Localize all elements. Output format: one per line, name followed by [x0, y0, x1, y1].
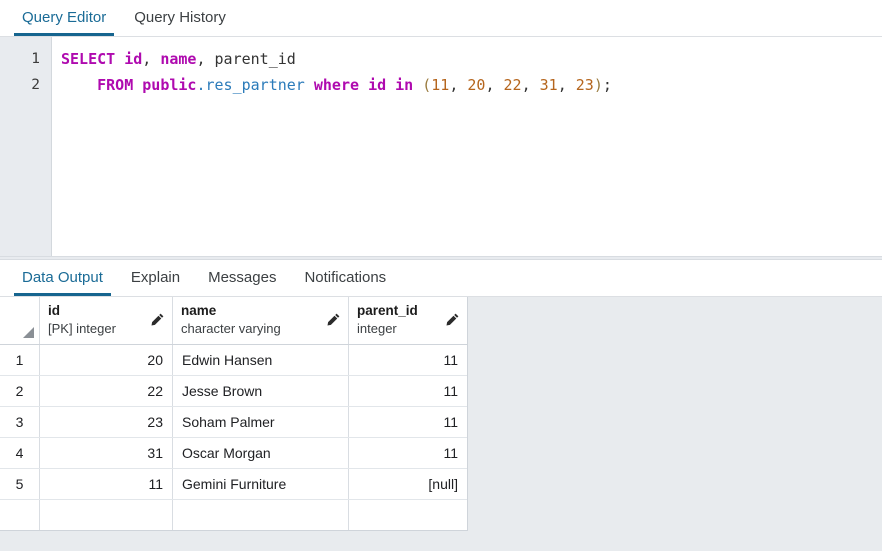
pencil-icon[interactable] [325, 312, 341, 328]
sql-indent [61, 76, 97, 94]
cell-name[interactable]: Gemini Furniture [173, 469, 349, 499]
table-row[interactable]: 4 31 Oscar Morgan 11 [0, 438, 467, 469]
cell-id[interactable]: 23 [40, 407, 173, 437]
column-header-name-name: name [181, 303, 217, 318]
row-number[interactable]: 2 [0, 376, 40, 406]
cell-parent-id[interactable]: 11 [349, 345, 467, 375]
grid-corner-select-all[interactable] [0, 297, 40, 344]
sql-token-schema: public [142, 76, 197, 94]
sql-token-select: SELECT [61, 50, 116, 68]
sql-token-table: .res_partner [196, 76, 305, 94]
table-row[interactable]: 1 20 Edwin Hansen 11 [0, 345, 467, 376]
sql-token-where: where [313, 76, 360, 94]
triangle-icon [23, 327, 34, 338]
tab-data-output[interactable]: Data Output [8, 260, 117, 296]
sql-token-column-id: id [368, 76, 387, 94]
tab-query-history-label: Query History [134, 9, 226, 26]
line-number: 1 [31, 51, 40, 67]
tab-messages-label: Messages [208, 269, 277, 286]
sql-editor[interactable]: 1 2 SELECT id, name, parent_id FROM publ… [0, 37, 882, 256]
sql-token-number: 23 [575, 76, 594, 94]
tab-query-editor[interactable]: Query Editor [8, 0, 120, 36]
row-number[interactable]: 4 [0, 438, 40, 468]
grid-header-row: id [PK] integer name character varying p… [0, 297, 467, 345]
sql-token-id: id [124, 50, 143, 68]
cell-parent-id[interactable]: 11 [349, 438, 467, 468]
cell-id[interactable]: 31 [40, 438, 173, 468]
row-number[interactable]: 1 [0, 345, 40, 375]
new-row-cell-parent-id[interactable] [349, 500, 467, 530]
new-row-cell-id[interactable] [40, 500, 173, 530]
column-header-id-type: [PK] integer [48, 321, 116, 336]
cell-id[interactable]: 22 [40, 376, 173, 406]
column-header-id-name: id [48, 303, 60, 318]
tab-explain[interactable]: Explain [117, 260, 194, 296]
sql-token-in: in [395, 76, 414, 94]
cell-name[interactable]: Oscar Morgan [173, 438, 349, 468]
column-header-name-type: character varying [181, 321, 281, 336]
table-row[interactable]: 2 22 Jesse Brown 11 [0, 376, 467, 407]
cell-parent-id[interactable]: 11 [349, 376, 467, 406]
table-row[interactable]: 5 11 Gemini Furniture [null] [0, 469, 467, 500]
cell-name[interactable]: Jesse Brown [173, 376, 349, 406]
tab-query-history[interactable]: Query History [120, 0, 240, 36]
column-header-id[interactable]: id [PK] integer [40, 297, 173, 344]
sql-token-comma: , [142, 50, 161, 68]
tab-explain-label: Explain [130, 269, 181, 286]
pencil-icon[interactable] [149, 312, 165, 328]
sql-code-area[interactable]: SELECT id, name, parent_id FROM public.r… [52, 37, 882, 256]
cell-id[interactable]: 11 [40, 469, 173, 499]
editor-tabstrip: Query Editor Query History [0, 0, 882, 37]
results-grid[interactable]: id [PK] integer name character varying p… [0, 297, 468, 531]
cell-name[interactable]: Edwin Hansen [173, 345, 349, 375]
sql-token-number: 31 [539, 76, 558, 94]
sql-token-from: FROM [97, 76, 134, 94]
output-tabstrip: Data Output Explain Messages Notificatio… [0, 260, 882, 297]
tab-query-editor-label: Query Editor [22, 9, 107, 26]
new-row-number[interactable] [0, 500, 40, 530]
tab-notifications[interactable]: Notifications [290, 260, 400, 296]
tab-data-output-label: Data Output [22, 269, 103, 286]
column-header-name[interactable]: name character varying [173, 297, 349, 344]
tab-messages[interactable]: Messages [194, 260, 290, 296]
column-header-parent-id[interactable]: parent_id integer [349, 297, 467, 344]
line-number: 2 [31, 77, 40, 93]
tab-notifications-label: Notifications [304, 269, 387, 286]
new-row-placeholder[interactable] [0, 500, 467, 531]
cell-parent-id-null[interactable]: [null] [349, 469, 467, 499]
sql-token-number: 11 [431, 76, 450, 94]
new-row-cell-name[interactable] [173, 500, 349, 530]
table-row[interactable]: 3 23 Soham Palmer 11 [0, 407, 467, 438]
row-number[interactable]: 3 [0, 407, 40, 437]
sql-token-paren-open: ( [422, 76, 432, 94]
pencil-icon[interactable] [444, 312, 460, 328]
cell-name[interactable]: Soham Palmer [173, 407, 349, 437]
results-panel: id [PK] integer name character varying p… [0, 297, 882, 551]
sql-token-number: 22 [503, 76, 522, 94]
sql-token-name: name [160, 50, 197, 68]
editor-gutter: 1 2 [0, 37, 52, 256]
cell-parent-id[interactable]: 11 [349, 407, 467, 437]
row-number[interactable]: 5 [0, 469, 40, 499]
sql-token-number: 20 [467, 76, 486, 94]
sql-token-comma: , [196, 50, 215, 68]
sql-token-parent-id: parent_id [214, 50, 296, 68]
sql-token-paren-close: ) [593, 76, 603, 94]
cell-id[interactable]: 20 [40, 345, 173, 375]
sql-token-semicolon: ; [602, 76, 612, 94]
